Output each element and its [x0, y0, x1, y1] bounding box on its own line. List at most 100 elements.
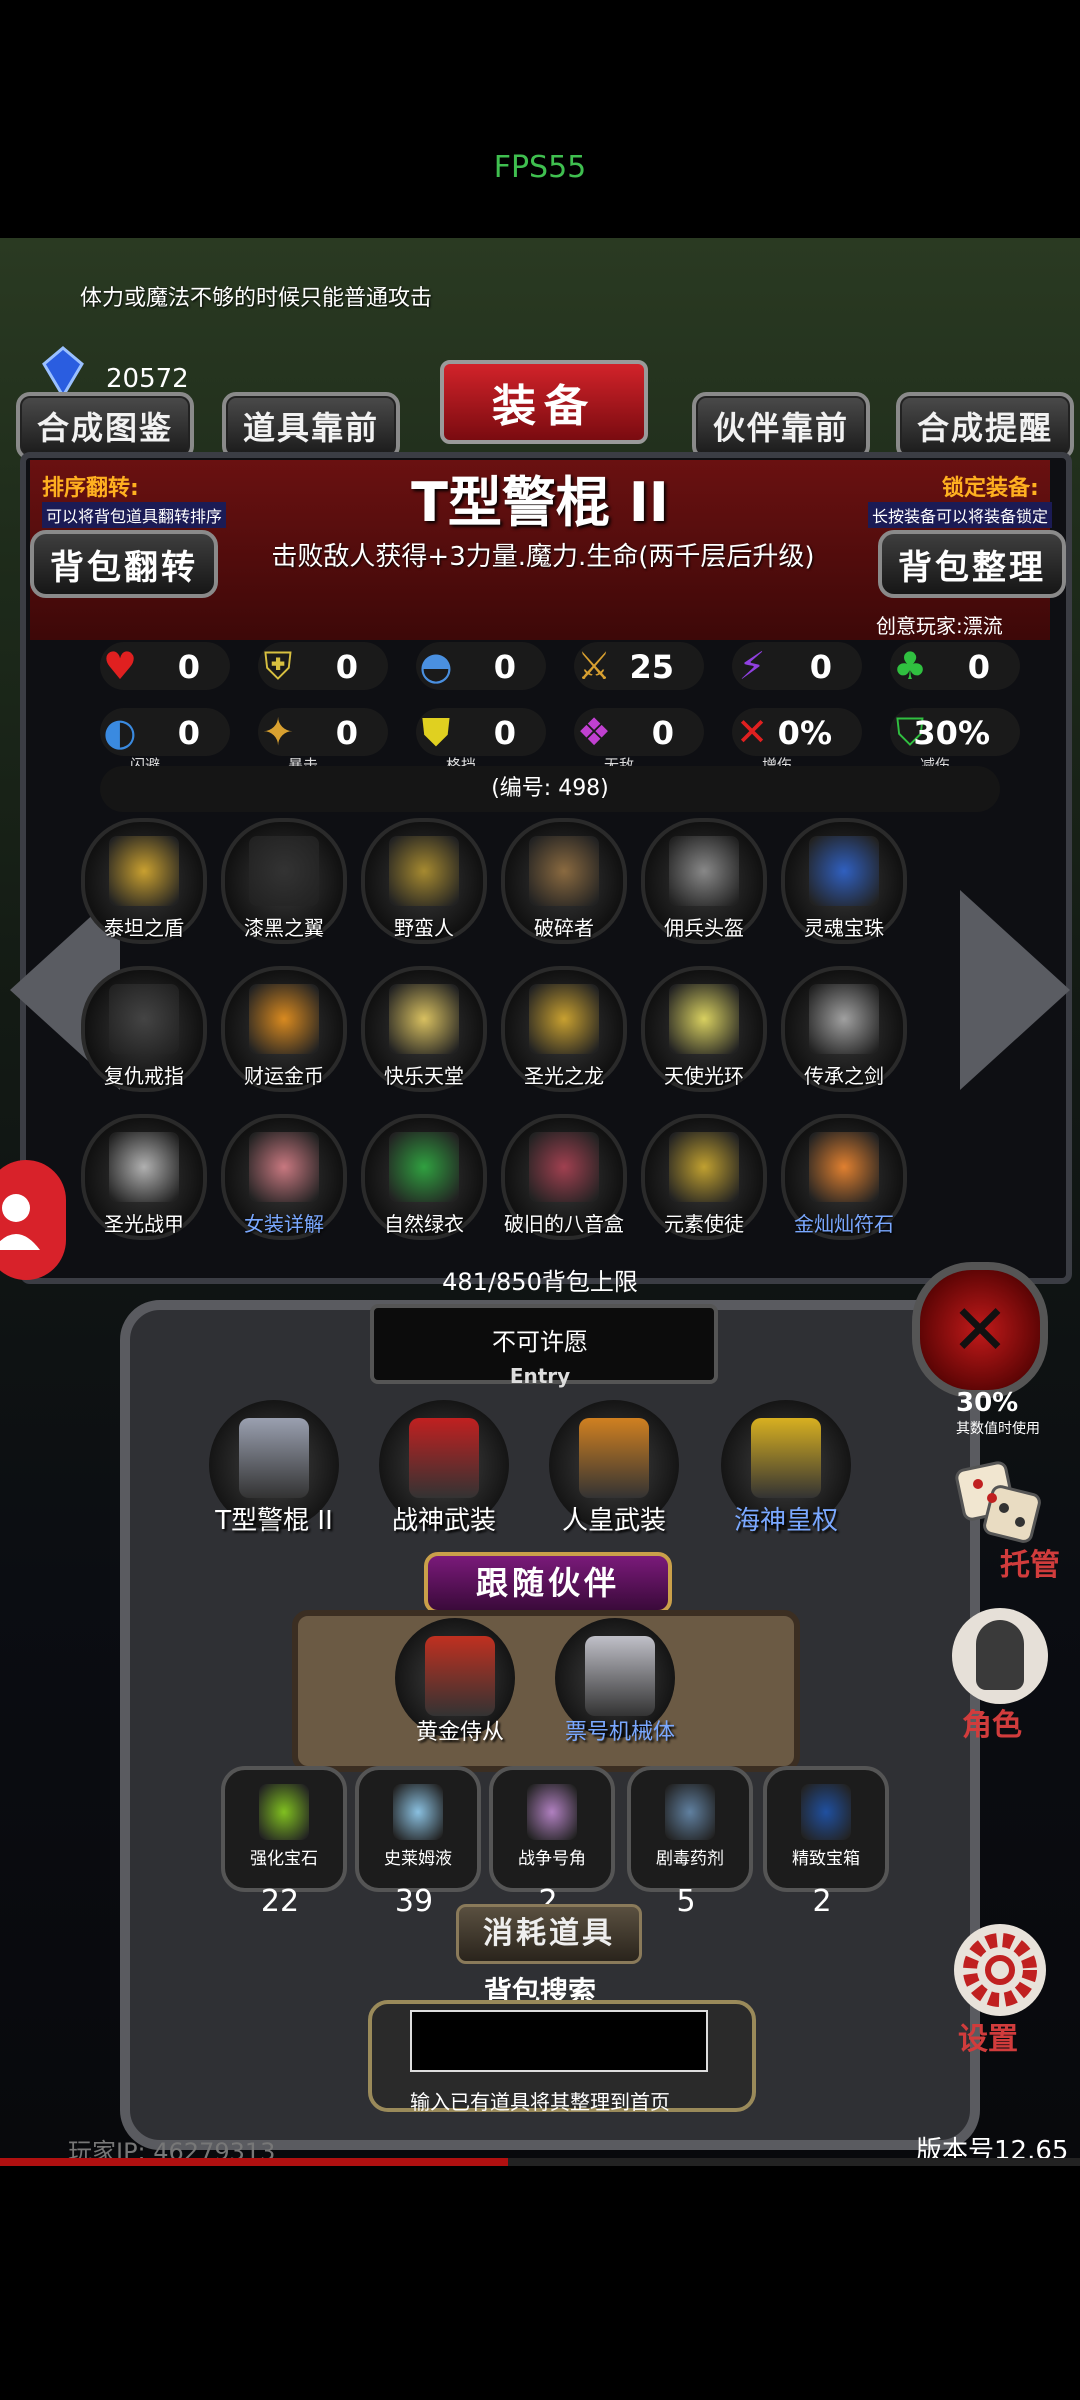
close-button[interactable]: ✕	[912, 1262, 1048, 1398]
gem-count: 20572	[106, 364, 189, 394]
consumable-slot[interactable]: 战争号角	[489, 1766, 615, 1892]
item-label: 圣光之龙	[524, 1064, 604, 1088]
equipped-item-icon	[409, 1418, 479, 1498]
inventory-slot[interactable]: 圣光战甲	[81, 1114, 207, 1240]
inventory-slot[interactable]: 金灿灿符石	[781, 1114, 907, 1240]
recipe-book-button[interactable]: 合成图鉴	[16, 392, 194, 460]
consumable-icon	[527, 1784, 577, 1840]
gear-icon[interactable]	[950, 1920, 1050, 2020]
inventory-slot[interactable]: 佣兵头盔	[641, 818, 767, 944]
follow-partner-banner: 跟随伙伴	[424, 1552, 672, 1614]
search-hint: 输入已有道具将其整理到首页	[410, 2090, 670, 2114]
stat-value: 0	[493, 648, 516, 686]
item-label: 复仇戒指	[104, 1064, 184, 1088]
item-label: 金灿灿符石	[794, 1212, 894, 1236]
equipment-title-banner: 装备	[440, 360, 648, 444]
inventory-slot[interactable]: 自然绿衣	[361, 1114, 487, 1240]
consumable-count: 2	[812, 1884, 832, 1919]
item-icon	[529, 984, 599, 1054]
stat-armor: ⛨ 0	[258, 642, 388, 690]
equipped-item-icon	[579, 1418, 649, 1498]
bag-search-input[interactable]	[410, 2010, 708, 2072]
inventory-slot[interactable]: 天使光环	[641, 966, 767, 1092]
inventory-slot[interactable]: 漆黑之翼	[221, 818, 347, 944]
consumables-banner: 消耗道具	[456, 1904, 642, 1964]
inventory-slot[interactable]: 复仇戒指	[81, 966, 207, 1092]
stat-value: 0	[967, 648, 990, 686]
stat-value: 0	[651, 714, 674, 752]
sort-flip-sub: 可以将背包道具翻转排序	[42, 502, 227, 528]
companion-slot[interactable]: 票号机械体	[555, 1618, 675, 1745]
companion-area	[292, 1610, 800, 1772]
equipped-slot[interactable]: T型警棍 II	[209, 1400, 339, 1536]
item-label: 财运金币	[244, 1064, 324, 1088]
item-label: 圣光战甲	[104, 1212, 184, 1236]
auto-label[interactable]: 托管	[1000, 1540, 1060, 1584]
entry-label: Entry	[509, 1364, 571, 1388]
equipped-slot[interactable]: 海神皇权	[721, 1400, 851, 1536]
equipped-slot[interactable]: 战神武装	[379, 1400, 509, 1536]
equipped-item-label: 海神皇权	[733, 1506, 838, 1536]
item-icon	[669, 1132, 739, 1202]
inventory-slot[interactable]: 野蛮人	[361, 818, 487, 944]
profile-button[interactable]	[0, 1160, 66, 1280]
dice-icon[interactable]	[954, 1456, 1044, 1546]
item-label: 快乐天堂	[384, 1064, 464, 1088]
consumable-slot[interactable]: 强化宝石	[221, 1766, 347, 1892]
role-button[interactable]	[952, 1608, 1048, 1704]
inventory-slot[interactable]: 破碎者	[501, 818, 627, 944]
item-icon	[389, 984, 459, 1054]
inventory-slot[interactable]: 女装详解	[221, 1114, 347, 1240]
item-icon	[109, 984, 179, 1054]
stat-crit: ✦ 0 暴击	[258, 708, 388, 774]
inventory-slot[interactable]: 元素使徒	[641, 1114, 767, 1240]
consumable-label: 剧毒药剂	[656, 1849, 724, 1869]
consumable-slot[interactable]: 精致宝箱	[763, 1766, 889, 1892]
sort-bag-button[interactable]: 背包整理	[878, 530, 1066, 598]
inventory-slot[interactable]: 破旧的八音盒	[501, 1114, 627, 1240]
stat-value: 0	[809, 648, 832, 686]
item-icon	[809, 836, 879, 906]
equipped-item-icon	[751, 1418, 821, 1498]
block-icon: ⛊	[421, 709, 451, 754]
invincible-icon: ❖	[576, 710, 612, 754]
item-label: 灵魂宝珠	[804, 916, 884, 940]
consumable-count: 5	[676, 1884, 696, 1919]
item-label: 破旧的八音盒	[504, 1212, 624, 1236]
item-icon	[389, 1132, 459, 1202]
item-description: 击败敌人获得+3力量.魔力.生命(两千层后升级)	[271, 542, 815, 572]
equipped-slot[interactable]: 人皇武装	[549, 1400, 679, 1536]
craft-reminder-button[interactable]: 合成提醒	[896, 392, 1074, 460]
consumable-label: 精致宝箱	[792, 1849, 860, 1869]
item-icon	[669, 836, 739, 906]
companion-icon	[585, 1636, 655, 1716]
consumable-slot[interactable]: 剧毒药剂	[627, 1766, 753, 1892]
items-first-button[interactable]: 道具靠前	[222, 392, 400, 460]
flip-bag-button[interactable]: 背包翻转	[30, 530, 218, 598]
inventory-slot[interactable]: 圣光之龙	[501, 966, 627, 1092]
companion-label: 黄金侍从	[415, 1720, 504, 1745]
stat-dodge: ◐ 0 闪避	[100, 708, 230, 774]
next-page-arrow-icon[interactable]	[960, 890, 1070, 1090]
sort-flip-label: 排序翻转:	[42, 476, 139, 501]
stat-attack: ⚔ 25	[574, 642, 704, 690]
inventory-slot[interactable]: 泰坦之盾	[81, 818, 207, 944]
inventory-slot[interactable]: 传承之剑	[781, 966, 907, 1092]
stat-block: ⛊ 0 格挡	[416, 708, 546, 774]
stat-value: 0	[177, 714, 200, 752]
inventory-slot[interactable]: 财运金币	[221, 966, 347, 1092]
creator-credit: 创意玩家:漂流	[876, 614, 1003, 638]
inventory-slot[interactable]: 快乐天堂	[361, 966, 487, 1092]
item-icon	[109, 1132, 179, 1202]
settings-label[interactable]: 设置	[958, 2014, 1018, 2058]
item-icon	[809, 1132, 879, 1202]
consumable-slot[interactable]: 史莱姆液	[355, 1766, 481, 1892]
companion-slot[interactable]: 黄金侍从	[395, 1618, 515, 1745]
consumable-icon	[665, 1784, 715, 1840]
role-label[interactable]: 角色	[962, 1700, 1022, 1744]
partner-first-button[interactable]: 伙伴靠前	[692, 392, 870, 460]
stat-damage-down: ⛉ 30% 减伤	[890, 708, 1020, 774]
bag-capacity: 481/850背包上限	[442, 1268, 638, 1296]
inventory-slot[interactable]: 灵魂宝珠	[781, 818, 907, 944]
item-icon	[109, 836, 179, 906]
